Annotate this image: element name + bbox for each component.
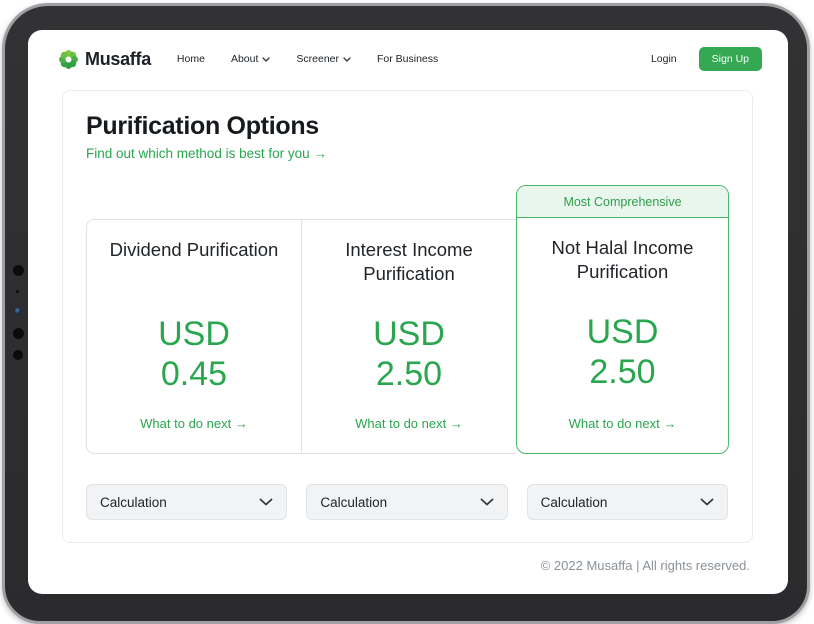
dropdown-value: Calculation xyxy=(541,495,608,510)
card-amount: USD 0.45 xyxy=(158,314,230,394)
nav-item-home[interactable]: Home xyxy=(177,53,205,65)
what-to-do-next-link[interactable]: What to do next → xyxy=(355,416,463,431)
currency-label: USD xyxy=(373,314,445,354)
card-interest-income-purification: Interest Income Purification USD 2.50 Wh… xyxy=(301,219,516,454)
signup-button[interactable]: Sign Up xyxy=(699,47,762,71)
amount-value: 2.50 xyxy=(373,354,445,394)
nav-menu: Home About Screener For Business xyxy=(177,53,438,65)
calculation-dropdowns: Calculation Calculation Calculation xyxy=(86,484,728,520)
musaffa-flower-icon xyxy=(58,49,79,70)
tablet-screen: Musaffa Home About Screener xyxy=(28,30,788,594)
chevron-down-icon xyxy=(480,498,494,506)
card-title: Interest Income Purification xyxy=(302,238,516,288)
camera-lens-icon xyxy=(15,308,21,314)
purification-cards: Dividend Purification USD 0.45 What to d… xyxy=(86,185,729,454)
page-title: Purification Options xyxy=(86,112,729,141)
brand-logo[interactable]: Musaffa xyxy=(58,49,151,70)
purification-options-panel: Purification Options Find out which meth… xyxy=(62,90,753,543)
chevron-down-icon xyxy=(259,498,273,506)
tablet-frame: Musaffa Home About Screener xyxy=(2,3,810,624)
login-link[interactable]: Login xyxy=(651,53,677,65)
card-title: Not Halal Income Purification xyxy=(517,236,728,286)
calculation-dropdown-1[interactable]: Calculation xyxy=(86,484,287,520)
most-comprehensive-badge: Most Comprehensive xyxy=(517,186,728,218)
amount-value: 2.50 xyxy=(587,352,659,392)
camera-dot-icon xyxy=(13,350,23,360)
nav-item-label: Home xyxy=(177,53,205,65)
copyright-text: © 2022 Musaffa | All rights reserved. xyxy=(28,558,750,573)
nav-item-label: Screener xyxy=(296,53,339,65)
card-title: Dividend Purification xyxy=(100,238,289,288)
chevron-down-icon xyxy=(262,57,270,62)
chevron-down-icon xyxy=(343,57,351,62)
brand-name: Musaffa xyxy=(85,49,151,70)
chevron-down-icon xyxy=(700,498,714,506)
what-to-do-next-link[interactable]: What to do next → xyxy=(569,416,677,431)
nav-item-label: For Business xyxy=(377,53,438,65)
card-body: Not Halal Income Purification USD 2.50 W… xyxy=(517,218,728,453)
dropdown-value: Calculation xyxy=(320,495,387,510)
card-dividend-purification: Dividend Purification USD 0.45 What to d… xyxy=(86,219,301,454)
camera-dot-small-icon xyxy=(16,290,19,293)
nav-item-about[interactable]: About xyxy=(231,53,270,65)
currency-label: USD xyxy=(158,314,230,354)
nav-item-screener[interactable]: Screener xyxy=(296,53,351,65)
what-to-do-next-link[interactable]: What to do next → xyxy=(140,416,248,431)
camera-dot-icon xyxy=(13,328,24,339)
calculation-dropdown-2[interactable]: Calculation xyxy=(306,484,507,520)
card-not-halal-income-purification: Most Comprehensive Not Halal Income Puri… xyxy=(516,185,729,454)
camera-dot-icon xyxy=(13,265,24,276)
dropdown-value: Calculation xyxy=(100,495,167,510)
nav-item-label: About xyxy=(231,53,258,65)
calculation-dropdown-3[interactable]: Calculation xyxy=(527,484,728,520)
card-amount: USD 2.50 xyxy=(587,312,659,392)
nav-actions: Login Sign Up xyxy=(651,47,762,71)
navbar: Musaffa Home About Screener xyxy=(28,30,788,88)
card-amount: USD 2.50 xyxy=(373,314,445,394)
amount-value: 0.45 xyxy=(158,354,230,394)
currency-label: USD xyxy=(587,312,659,352)
nav-item-for-business[interactable]: For Business xyxy=(377,53,438,65)
method-help-link[interactable]: Find out which method is best for you → xyxy=(86,146,327,161)
